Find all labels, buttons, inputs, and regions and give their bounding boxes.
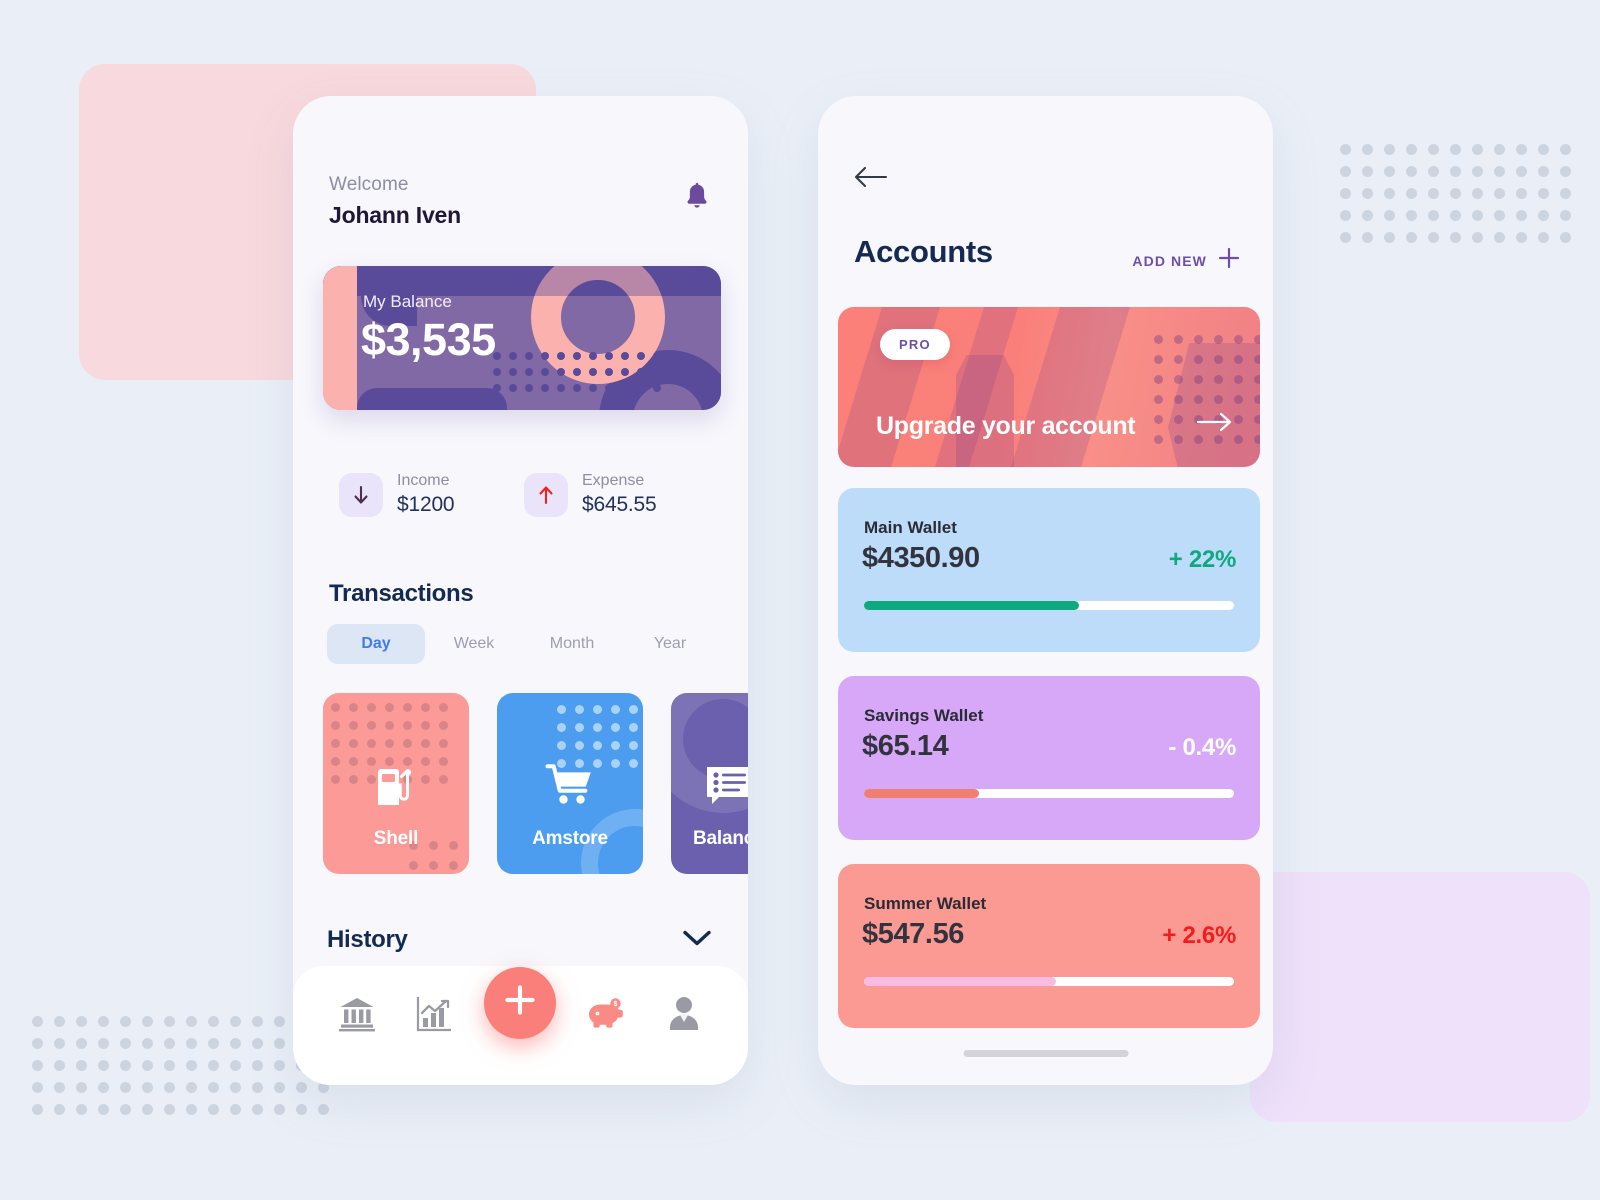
wallet-change: - 0.4%: [1168, 734, 1236, 761]
promo-deco-stripe-3: [998, 307, 1140, 467]
wallet-progress-track: [864, 977, 1234, 986]
transaction-card-amstore[interactable]: Amstore: [497, 693, 643, 874]
list-bill-icon: [705, 763, 748, 811]
income-expense-row: Income $1200 Expense $645.55: [339, 472, 709, 517]
history-title: History: [327, 926, 408, 953]
user-name: Johann Iven: [329, 202, 461, 228]
background-purple-rectangle: [1250, 872, 1590, 1122]
wallet-name: Savings Wallet: [864, 706, 984, 725]
income-label: Income: [397, 472, 450, 489]
arrow-up-icon: [524, 472, 568, 517]
back-button[interactable]: [854, 162, 894, 196]
wallet-progress-track: [864, 601, 1234, 610]
wallet-progress-fill: [864, 789, 979, 798]
plus-icon: [503, 983, 537, 1022]
wallet-progress-track: [864, 789, 1234, 798]
welcome-block: Welcome Johann Iven: [329, 174, 461, 229]
wallet-card-main[interactable]: Main Wallet $4350.90 + 22%: [838, 488, 1260, 652]
balance-card[interactable]: My Balance $3,535: [323, 266, 721, 410]
page-title: Accounts: [854, 234, 993, 269]
transaction-card-shell[interactable]: Shell: [323, 693, 469, 874]
svg-text:$: $: [614, 1001, 618, 1008]
arrow-right-icon: [1196, 412, 1232, 436]
wallet-amount: $4350.90: [862, 542, 980, 574]
wallet-progress-fill: [864, 977, 1057, 986]
wallet-card-summer[interactable]: Summer Wallet $547.56 + 2.6%: [838, 864, 1260, 1028]
home-indicator: [963, 1050, 1128, 1057]
expense-value: $645.55: [582, 493, 657, 516]
balance-card-deco-botbar: [357, 388, 507, 410]
wallet-name: Summer Wallet: [864, 894, 987, 913]
accounts-phone-screen: Accounts ADD NEW PRO Upgrade your accoun…: [818, 96, 1273, 1085]
welcome-label: Welcome: [329, 174, 409, 195]
income-value: $1200: [397, 493, 455, 516]
plus-icon: [1217, 246, 1241, 275]
add-transaction-fab[interactable]: [484, 966, 557, 1039]
transaction-card-balance[interactable]: Balance: [671, 693, 748, 874]
transaction-card-label: Shell: [373, 828, 419, 849]
upgrade-arrow-button[interactable]: [1196, 412, 1232, 437]
notification-button[interactable]: [680, 180, 714, 216]
wallet-change: + 22%: [1168, 546, 1237, 573]
upgrade-account-banner[interactable]: PRO Upgrade your account: [838, 307, 1260, 467]
tab-year[interactable]: Year: [621, 624, 719, 664]
chevron-down-icon: [682, 930, 712, 952]
wallet-change: + 2.6%: [1162, 922, 1236, 949]
fuel-pump-icon: [323, 763, 469, 811]
add-new-account-button[interactable]: ADD NEW: [1132, 246, 1241, 275]
nav-item-profile[interactable]: [658, 991, 710, 1043]
shopping-cart-icon: [497, 763, 643, 809]
bottom-navigation-bar: $: [293, 966, 748, 1085]
transaction-card-label: Amstore: [532, 828, 608, 849]
arrow-left-icon: [854, 166, 890, 193]
history-expand-button[interactable]: [682, 928, 712, 953]
wallet-amount: $65.14: [862, 730, 949, 762]
user-avatar-icon: [666, 995, 702, 1038]
arrow-down-icon: [339, 472, 383, 517]
tab-month[interactable]: Month: [523, 624, 621, 664]
bank-icon: [337, 995, 377, 1038]
promo-deco-shape-1: [956, 355, 1014, 467]
chart-bars-icon: [415, 995, 453, 1038]
income-stat[interactable]: Income $1200: [339, 472, 524, 517]
nav-item-bank[interactable]: [331, 991, 383, 1043]
transactions-title: Transactions: [329, 580, 474, 607]
expense-stat[interactable]: Expense $645.55: [524, 472, 709, 517]
wallet-card-savings[interactable]: Savings Wallet $65.14 - 0.4%: [838, 676, 1260, 840]
tab-week[interactable]: Week: [425, 624, 523, 664]
piggy-bank-icon: $: [587, 997, 627, 1036]
transactions-period-tabs: Day Week Month Year: [327, 624, 719, 664]
wallet-amount: $547.56: [862, 918, 965, 950]
transaction-cards-row: Shell Amstore Balan: [323, 693, 748, 874]
balance-label: My Balance: [363, 292, 452, 311]
transaction-card-label: Balance: [693, 828, 748, 849]
expense-label: Expense: [582, 472, 645, 489]
dashboard-phone-screen: Welcome Johann Iven My Balance $3,535 In…: [293, 96, 748, 1085]
wallet-progress-fill: [864, 601, 1079, 610]
tab-day[interactable]: Day: [327, 624, 425, 664]
pro-badge: PRO: [880, 329, 950, 360]
upgrade-title: Upgrade your account: [876, 412, 1136, 440]
add-new-label: ADD NEW: [1132, 252, 1207, 269]
balance-card-deco-pink-edge: [323, 266, 357, 410]
wallet-name: Main Wallet: [864, 518, 957, 537]
nav-item-statistics[interactable]: [408, 991, 460, 1043]
nav-item-savings[interactable]: $: [581, 991, 633, 1043]
balance-amount: $3,535: [361, 314, 496, 365]
bell-icon: [684, 182, 710, 215]
